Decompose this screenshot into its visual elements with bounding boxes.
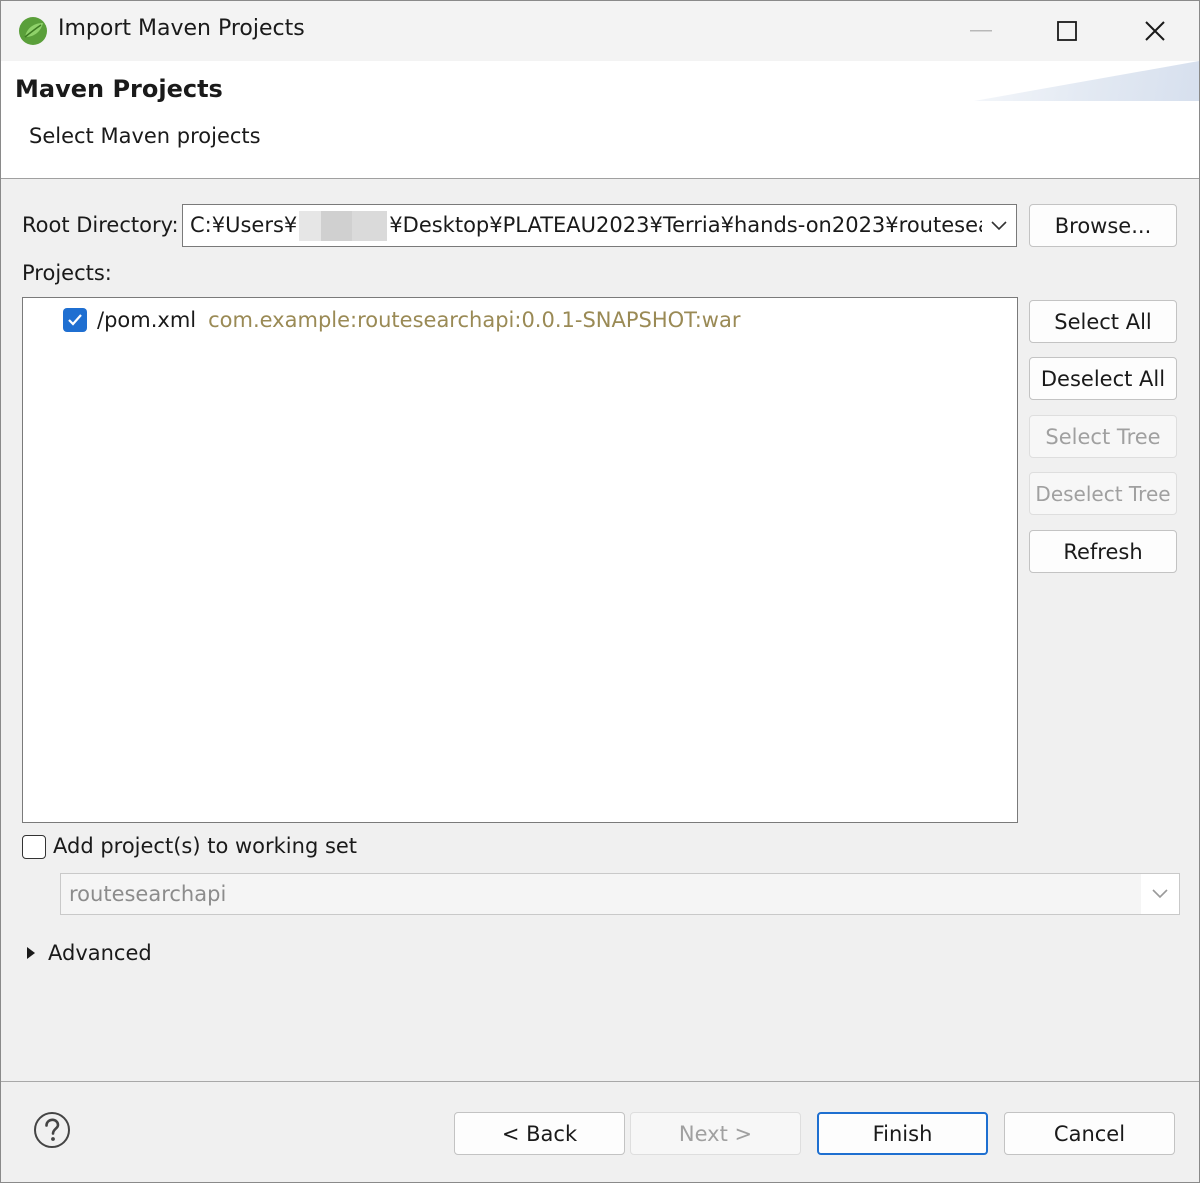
redacted-username xyxy=(299,210,388,241)
refresh-button[interactable]: Refresh xyxy=(1029,530,1177,573)
window-title: Import Maven Projects xyxy=(58,16,305,41)
cancel-button[interactable]: Cancel xyxy=(1004,1112,1175,1155)
advanced-label: Advanced xyxy=(48,941,152,965)
help-icon[interactable] xyxy=(33,1111,71,1149)
project-name: /pom.xml xyxy=(97,308,197,332)
triangle-right-icon xyxy=(27,947,35,959)
chevron-down-icon xyxy=(991,220,1007,230)
working-set-value: routesearchapi xyxy=(69,882,227,906)
projects-tree[interactable]: /pom.xml com.example:routesearchapi:0.0.… xyxy=(22,297,1018,823)
next-button[interactable]: Next > xyxy=(630,1112,801,1155)
tree-item[interactable]: /pom.xml com.example:routesearchapi:0.0.… xyxy=(63,306,740,334)
root-directory-value[interactable]: C:¥Users¥ ¥Desktop¥PLATEAU2023¥Terria¥han… xyxy=(183,210,982,241)
deselect-all-button[interactable]: Deselect All xyxy=(1029,357,1177,400)
advanced-section-toggle[interactable]: Advanced xyxy=(26,941,152,965)
root-directory-label: Root Directory: xyxy=(22,213,179,237)
page-subtitle: Select Maven projects xyxy=(29,124,261,148)
close-icon xyxy=(1145,21,1165,41)
title-bar: Import Maven Projects xyxy=(1,1,1199,61)
import-maven-projects-dialog: Import Maven Projects Maven Projects Sel… xyxy=(0,0,1200,1183)
minimize-button[interactable] xyxy=(937,1,1025,61)
browse-button[interactable]: Browse... xyxy=(1029,204,1177,247)
working-set-combo[interactable]: routesearchapi xyxy=(60,873,1180,915)
banner-decoration xyxy=(974,61,1199,101)
working-set-label: Add project(s) to working set xyxy=(53,834,358,858)
select-tree-button[interactable]: Select Tree xyxy=(1029,415,1177,458)
page-title: Maven Projects xyxy=(15,75,223,103)
footer-separator xyxy=(1,1081,1199,1082)
maximize-button[interactable] xyxy=(1023,1,1111,61)
wizard-header: Maven Projects Select Maven projects xyxy=(1,61,1199,179)
finish-button[interactable]: Finish xyxy=(817,1112,988,1155)
project-coordinates: com.example:routesearchapi:0.0.1-SNAPSHO… xyxy=(208,308,741,332)
back-button[interactable]: < Back xyxy=(454,1112,625,1155)
maximize-icon xyxy=(1057,21,1077,41)
deselect-tree-button[interactable]: Deselect Tree xyxy=(1029,472,1177,515)
projects-label: Projects: xyxy=(22,261,112,285)
close-button[interactable] xyxy=(1111,1,1199,61)
working-set-checkbox[interactable] xyxy=(22,835,46,859)
minimize-icon xyxy=(970,30,992,32)
root-directory-combo[interactable]: C:¥Users¥ ¥Desktop¥PLATEAU2023¥Terria¥han… xyxy=(182,204,1017,247)
working-set-dropdown[interactable] xyxy=(1141,874,1179,914)
select-all-button[interactable]: Select All xyxy=(1029,300,1177,343)
check-icon xyxy=(68,314,82,326)
chevron-down-icon xyxy=(1152,889,1168,899)
spring-leaf-icon xyxy=(19,17,47,45)
project-checkbox[interactable] xyxy=(63,308,87,332)
root-directory-dropdown[interactable] xyxy=(982,205,1016,246)
